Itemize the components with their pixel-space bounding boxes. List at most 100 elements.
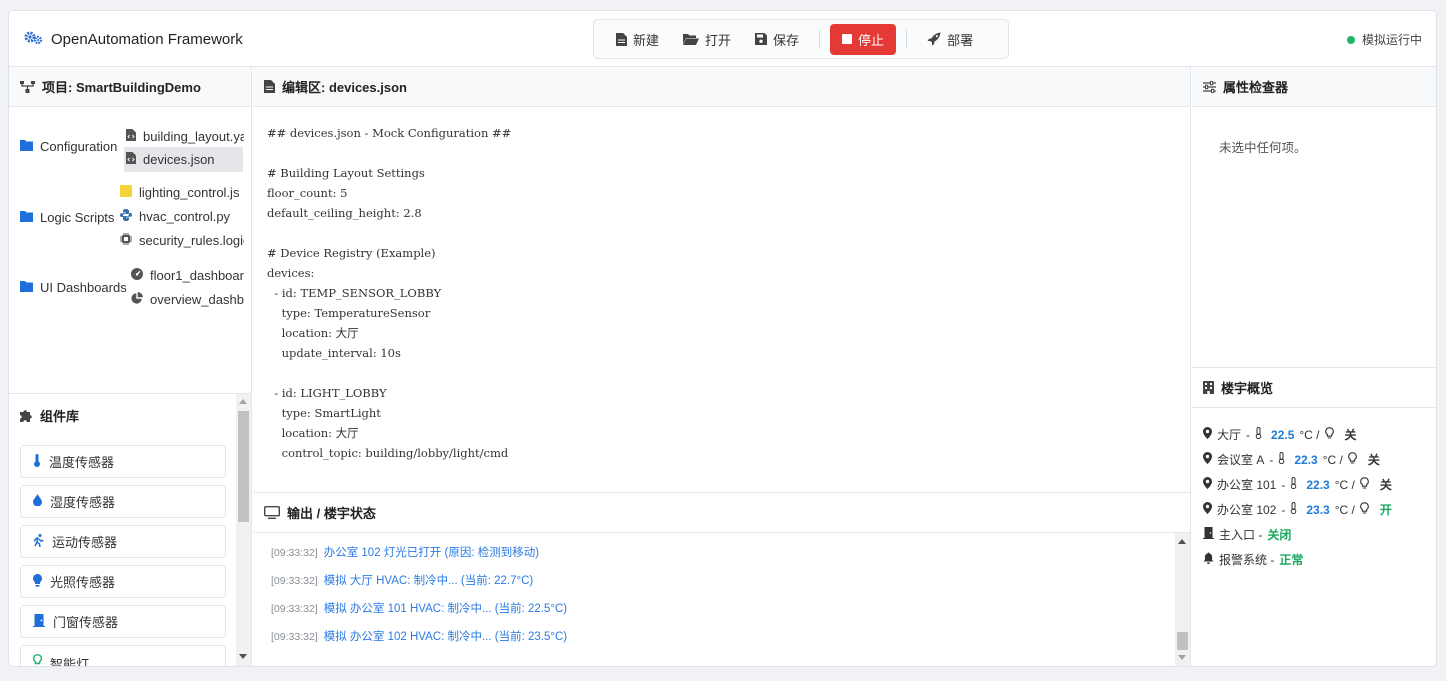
file-overview-dashboard[interactable]: overview_dashboard [131, 289, 244, 309]
output-scrollbar[interactable] [1175, 533, 1190, 666]
component-library: 组件库 温度传感器 湿度传感器 运动传感器 光照传感器 门窗传感器 智能灯 [9, 394, 251, 667]
thermometer-icon [1255, 427, 1262, 442]
component-humidity-sensor[interactable]: 湿度传感器 [20, 485, 226, 518]
code-line: ## devices.json - Mock Configuration ## [267, 126, 512, 140]
code-line: location: 大厅 [267, 326, 359, 340]
component-door-sensor[interactable]: 门窗传感器 [20, 605, 226, 638]
file-icon [616, 32, 627, 46]
code-line: type: SmartLight [267, 406, 381, 420]
log-entry: [09:33:32] 模拟 办公室 101 HVAC: 制冷中... (当前: 2… [271, 601, 567, 629]
component-label: 温度传感器 [49, 455, 115, 470]
component-motion-sensor[interactable]: 运动传感器 [20, 525, 226, 558]
inspector-header: 属性检查器 [1192, 67, 1436, 107]
building-icon [1203, 381, 1214, 394]
folder-logic-scripts[interactable]: Logic Scripts [20, 210, 114, 225]
scroll-thumb[interactable] [238, 411, 249, 522]
lightbulb-icon [33, 573, 42, 590]
microchip-icon [120, 232, 132, 248]
alarm-status-row: 报警系统 - 正常 [1203, 547, 1436, 572]
component-label: 光照传感器 [50, 575, 116, 590]
building-title: 楼宇概览 [1221, 381, 1274, 396]
new-label: 新建 [633, 32, 660, 48]
save-icon [755, 33, 768, 45]
component-label: 智能灯 [50, 657, 90, 667]
editor-title: 编辑区: devices.json [282, 80, 407, 95]
scroll-up-icon[interactable] [239, 399, 247, 404]
room-name: 会议室 A [1217, 453, 1265, 467]
light-state: 关 [1379, 478, 1392, 492]
save-button[interactable]: 保存 [745, 24, 809, 55]
brand: OpenAutomation Framework [23, 29, 243, 49]
room-name: 大厅 [1217, 428, 1242, 442]
entrance-status-row: 主入口 - 关闭 [1203, 522, 1436, 547]
code-line: # Device Registry (Example) [267, 246, 436, 260]
project-title: 项目: SmartBuildingDemo [42, 80, 201, 95]
lightbulb-outline-icon [1360, 477, 1369, 492]
lightbulb-outline-icon [1348, 452, 1357, 467]
file-floor1-dashboard[interactable]: floor1_dashboard [131, 265, 244, 285]
library-header: 组件库 [9, 394, 251, 436]
file-code-icon [126, 128, 136, 144]
room-separator: - [1281, 502, 1286, 517]
component-light-sensor[interactable]: 光照传感器 [20, 565, 226, 598]
folder-ui-dashboards[interactable]: UI Dashboards [20, 280, 127, 295]
log-entry: [09:33:32] 模拟 大厅 HVAC: 制冷中... (当前: 22.7°C… [271, 573, 567, 601]
scroll-down-icon[interactable] [1178, 655, 1186, 660]
file-code-icon [126, 152, 136, 167]
component-smart-light[interactable]: 智能灯 [20, 645, 226, 667]
stop-button[interactable]: 停止 [830, 23, 897, 55]
save-label: 保存 [773, 32, 800, 48]
library-scrollbar[interactable] [236, 394, 251, 666]
output-panel: 输出 / 楼宇状态 [09:33:32] 办公室 102 灯光已打开 (原因: 检… [253, 493, 1190, 666]
file-hvac-control[interactable]: hvac_control.py [120, 206, 244, 226]
code-line: devices: [267, 266, 315, 280]
room-temperature: 22.5 [1271, 427, 1295, 442]
room-status-row: 办公室 101 - 22.3 °C / 关 [1203, 472, 1436, 497]
room-status-row: 办公室 102 - 23.3 °C / 开 [1203, 497, 1436, 522]
code-line: update_interval: 10s [267, 346, 401, 360]
code-line: control_topic: building/lobby/light/cmd [267, 446, 509, 460]
room-separator: - [1246, 427, 1251, 442]
file-lighting-control[interactable]: lighting_control.js [120, 182, 244, 202]
room-temperature: 23.3 [1306, 502, 1330, 517]
room-separator: - [1269, 452, 1274, 467]
folder-icon [20, 280, 33, 295]
file-label: building_layout.yaml [143, 128, 244, 144]
component-temperature-sensor[interactable]: 温度传感器 [20, 445, 226, 478]
file-security-rules[interactable]: security_rules.logic [120, 230, 244, 250]
room-name: 办公室 102 [1217, 503, 1277, 517]
room-separator: - [1281, 477, 1286, 492]
sitemap-icon [20, 80, 35, 93]
left-column: 项目: SmartBuildingDemo Configuration buil… [9, 67, 252, 667]
output-title: 输出 / 楼宇状态 [287, 506, 376, 521]
building-overview: 大厅 - 22.5 °C / 关 会议室 A - 22.3 °C / 关 办公室… [1192, 408, 1436, 572]
room-name: 办公室 101 [1217, 478, 1277, 492]
thermometer-icon [1290, 477, 1297, 492]
running-icon [33, 533, 44, 550]
file-label: overview_dashboard [150, 291, 244, 307]
scroll-down-icon[interactable] [239, 654, 247, 659]
library-title: 组件库 [40, 408, 80, 424]
folder-label: Configuration [40, 139, 118, 154]
code-editor[interactable]: ## devices.json - Mock Configuration ## … [253, 107, 1190, 493]
scroll-thumb[interactable] [1177, 632, 1188, 650]
open-button[interactable]: 打开 [673, 24, 741, 55]
file-building-layout[interactable]: building_layout.yaml [126, 125, 244, 147]
status-text: 模拟运行中 [1361, 33, 1422, 47]
new-button[interactable]: 新建 [606, 24, 669, 55]
file-devices-json[interactable]: devices.json [124, 147, 243, 172]
editor-header: 编辑区: devices.json [253, 67, 1190, 107]
log-time: [09:33:32] [271, 603, 318, 615]
log-list: [09:33:32] 办公室 102 灯光已打开 (原因: 检测到移动) [09:… [271, 545, 567, 657]
property-inspector: 未选中任何项。 [1192, 107, 1436, 368]
scroll-up-icon[interactable] [1178, 539, 1186, 544]
deploy-button[interactable]: 部署 [917, 24, 983, 55]
log-time: [09:33:32] [271, 547, 318, 559]
middle-column: 编辑区: devices.json ## devices.json - Mock… [253, 67, 1191, 666]
deploy-label: 部署 [947, 32, 974, 48]
folder-configuration[interactable]: Configuration [20, 139, 117, 154]
file-label: lighting_control.js [139, 184, 240, 200]
door-icon [33, 613, 45, 630]
bell-icon [1203, 552, 1214, 567]
